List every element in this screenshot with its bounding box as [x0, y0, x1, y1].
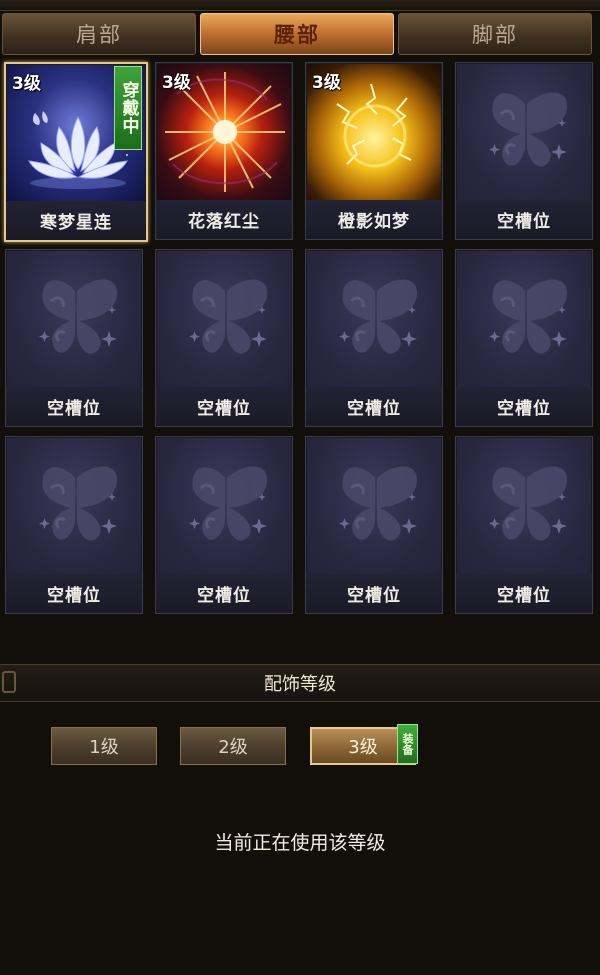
tab-shoulder[interactable]: 肩部 [2, 13, 196, 55]
slot-name: 空槽位 [306, 387, 442, 426]
slot-4[interactable]: 空槽位 [455, 62, 593, 240]
slot-name: 空槽位 [456, 200, 592, 239]
slot-name: 空槽位 [6, 387, 142, 426]
slot-name: 花落红尘 [156, 200, 292, 239]
tab-waist[interactable]: 腰部 [200, 13, 394, 55]
status-text: 当前正在使用该等级 [214, 832, 386, 854]
top-border [0, 0, 600, 11]
slot-3[interactable]: 3级 橙影如梦 [305, 62, 443, 240]
butterfly-placeholder-icon [307, 438, 441, 574]
butterfly-placeholder-icon [7, 438, 141, 574]
slot-name: 空槽位 [456, 387, 592, 426]
level-1-button[interactable]: 1级 [51, 727, 157, 765]
section-title: 配饰等级 [264, 674, 336, 695]
slot-name: 空槽位 [156, 574, 292, 613]
butterfly-placeholder-icon [457, 251, 591, 387]
slot-name: 空槽位 [306, 574, 442, 613]
slot-name: 寒梦星连 [6, 201, 146, 240]
level-badge: 3级 [312, 73, 341, 93]
slot-5[interactable]: 空槽位 [5, 249, 143, 427]
slot-1[interactable]: 3级 穿戴中 寒梦星连 [4, 62, 148, 242]
equipped-badge: 装备 [397, 724, 418, 764]
slot-name: 空槽位 [456, 574, 592, 613]
accessory-level-header: 配饰等级 [0, 664, 600, 702]
slot-8[interactable]: 空槽位 [455, 249, 593, 427]
slot-name: 空槽位 [6, 574, 142, 613]
butterfly-placeholder-icon [157, 251, 291, 387]
slot-tabs: 肩部 腰部 脚部 [0, 13, 600, 58]
level-badge: 3级 [12, 74, 41, 94]
level-badge: 3级 [162, 73, 191, 93]
slot-12[interactable]: 空槽位 [455, 436, 593, 614]
butterfly-placeholder-icon [457, 438, 591, 574]
butterfly-placeholder-icon [307, 251, 441, 387]
butterfly-placeholder-icon [157, 438, 291, 574]
slot-6[interactable]: 空槽位 [155, 249, 293, 427]
slot-9[interactable]: 空槽位 [5, 436, 143, 614]
slot-10[interactable]: 空槽位 [155, 436, 293, 614]
slot-name: 橙影如梦 [306, 200, 442, 239]
worn-badge: 穿戴中 [114, 66, 142, 150]
tab-feet[interactable]: 脚部 [398, 13, 592, 55]
slot-name: 空槽位 [156, 387, 292, 426]
slot-7[interactable]: 空槽位 [305, 249, 443, 427]
ornament-icon [2, 671, 16, 693]
slot-11[interactable]: 空槽位 [305, 436, 443, 614]
butterfly-placeholder-icon [457, 64, 591, 200]
slot-2[interactable]: 3级 花落红尘 [155, 62, 293, 240]
butterfly-placeholder-icon [7, 251, 141, 387]
level-2-button[interactable]: 2级 [180, 727, 286, 765]
